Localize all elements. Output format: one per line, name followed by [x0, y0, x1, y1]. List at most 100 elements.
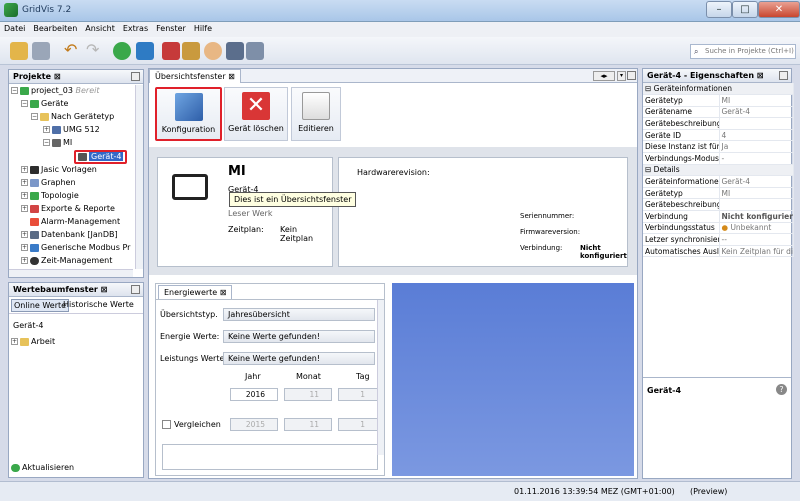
- property-row[interactable]: Geräte ID 4: [643, 129, 794, 142]
- redo-icon[interactable]: ↷: [86, 42, 104, 60]
- menu-ansicht[interactable]: Ansicht: [81, 22, 119, 33]
- tree-item-geraet4[interactable]: Gerät-4: [74, 150, 128, 164]
- menu-bearbeiten[interactable]: Bearbeiten: [29, 22, 81, 33]
- property-row[interactable]: Geräteinformationen Gerät-4: [643, 175, 794, 188]
- sync-icon[interactable]: [113, 42, 131, 60]
- tree-item-topologie[interactable]: + Topologie: [21, 191, 79, 200]
- search-input[interactable]: ⌕ Suche in Projekte (Ctrl+I): [690, 44, 796, 59]
- compare-jahr-spinner[interactable]: 2015: [230, 418, 278, 431]
- werte-device-label: Gerät-4: [13, 321, 44, 330]
- tab-list-button[interactable]: ▾: [617, 71, 626, 81]
- compare-tag-spinner[interactable]: 1: [338, 418, 378, 431]
- tree-item-graphen[interactable]: + Graphen: [21, 178, 76, 187]
- property-row[interactable]: Verbindung Nicht konfiguriert: [643, 210, 794, 223]
- tab-energiewerte[interactable]: Energiewerte ⊠: [158, 285, 233, 299]
- minimize-button[interactable]: –: [706, 1, 732, 18]
- properties-table: ⊟ Geräteinformationen Gerätetyp MI Geräte…: [643, 83, 794, 258]
- energie-werte-label: Energie Werte:: [160, 332, 220, 341]
- tab-historische-werte[interactable]: Historische Werte: [63, 300, 134, 309]
- undo-icon[interactable]: ↶: [64, 42, 82, 60]
- device-info-area: MI Gerät-4 Leser Werk Zeitplan: Kein Zei…: [149, 147, 637, 275]
- overview-type-label: Übersichtstyp.: [160, 310, 218, 319]
- property-row[interactable]: Gerätebeschreibung: [643, 117, 794, 130]
- maximize-button[interactable]: □: [732, 1, 758, 18]
- tag-spinner[interactable]: 1: [338, 388, 378, 401]
- vertical-scrollbar[interactable]: [135, 85, 143, 269]
- calculator-icon[interactable]: [226, 42, 244, 60]
- property-row[interactable]: Verbindungs-Modus -: [643, 152, 794, 165]
- property-row[interactable]: Automatisches AusleKein Zeitplan für die…: [643, 245, 794, 258]
- edit-icon: [302, 92, 330, 120]
- werte-node-arbeit[interactable]: + Arbeit: [11, 337, 55, 346]
- connection-label: Verbindung:: [520, 244, 563, 252]
- section-row[interactable]: ⊟ Geräteinformationen: [643, 83, 794, 96]
- menu-datei[interactable]: Datei: [0, 22, 29, 33]
- tree-item-exporte[interactable]: + Exporte & Reporte: [21, 204, 115, 213]
- leistungs-werte-select[interactable]: Keine Werte gefunden!: [223, 352, 375, 365]
- alarm-icon: [30, 217, 39, 226]
- close-button[interactable]: ✕: [758, 1, 800, 18]
- monat-spinner[interactable]: 11: [284, 388, 332, 401]
- monitor-icon: [52, 125, 61, 134]
- overview-type-select[interactable]: Jahresübersicht: [223, 308, 375, 321]
- property-row[interactable]: Verbindungsstatus ● Unbekannt: [643, 222, 794, 235]
- tree-item-umg512[interactable]: + UMG 512: [43, 125, 100, 134]
- tab-scroll-arrows[interactable]: ◂▸: [593, 71, 615, 81]
- minimize-panel-button[interactable]: [779, 71, 788, 80]
- konfiguration-button[interactable]: Konfiguration: [155, 87, 222, 141]
- status-mode: (Preview): [690, 487, 728, 496]
- overview-tabbar: Übersichtsfenster ⊠ ◂▸ ▾: [149, 69, 637, 83]
- tree-item-nach-geraetetyp[interactable]: − Nach Gerätetyp: [31, 112, 114, 121]
- horizontal-scrollbar[interactable]: [9, 269, 133, 277]
- serial-label: Seriennummer:: [520, 212, 575, 220]
- leser-werk-label: Leser Werk: [228, 209, 273, 218]
- tree-item-mi[interactable]: − MI: [43, 138, 72, 147]
- open-project-icon[interactable]: [10, 42, 28, 60]
- energy-output-field[interactable]: [162, 444, 378, 470]
- menu-hilfe[interactable]: Hilfe: [190, 22, 216, 33]
- refresh-button[interactable]: Aktualisieren: [11, 463, 74, 472]
- tree-item-jasic[interactable]: + Jasic Vorlagen: [21, 165, 97, 174]
- property-row[interactable]: Gerätename Gerät-4: [643, 106, 794, 119]
- editieren-button[interactable]: Editieren: [291, 87, 341, 141]
- minimize-panel-button[interactable]: [131, 285, 140, 294]
- compare-checkbox[interactable]: [162, 420, 171, 429]
- refresh-icon: [11, 463, 20, 472]
- save-icon[interactable]: [32, 42, 50, 60]
- geraet-loeschen-button[interactable]: ✕ Gerät löschen: [224, 87, 288, 141]
- property-row[interactable]: Gerätebeschreibung: [643, 198, 794, 212]
- energy-scrollbar[interactable]: [377, 300, 384, 455]
- tab-uebersichtsfenster[interactable]: Übersichtsfenster ⊠: [149, 69, 241, 83]
- property-row[interactable]: Diese Instanz ist für Ja: [643, 140, 794, 154]
- section-row[interactable]: ⊟ Details: [643, 164, 794, 177]
- minimize-panel-button[interactable]: [627, 71, 636, 80]
- property-row[interactable]: Gerätetyp MI: [643, 187, 794, 200]
- tab-online-werte[interactable]: Online Werte: [11, 299, 70, 312]
- help-icon[interactable]: ?: [776, 384, 787, 395]
- globe-icon[interactable]: [136, 42, 154, 60]
- graph-icon: [30, 178, 39, 187]
- minimize-panel-button[interactable]: [131, 72, 140, 81]
- overview-action-bar: Konfiguration ✕ Gerät löschen Editieren: [154, 87, 634, 145]
- tree-item-zeit[interactable]: + Zeit-Management: [21, 256, 112, 265]
- user-icon[interactable]: [204, 42, 222, 60]
- menu-extras[interactable]: Extras: [119, 22, 152, 33]
- property-row[interactable]: Gerätetyp MI: [643, 94, 794, 107]
- title-bar: GridVis 7.2 – □ ✕: [0, 0, 800, 22]
- tree-item-modbus[interactable]: + Generische Modbus Pr: [21, 243, 130, 252]
- tree-item-datenbank[interactable]: + Datenbank [JanDB]: [21, 230, 118, 239]
- window-title: GridVis 7.2: [22, 5, 72, 15]
- tools-icon[interactable]: [182, 42, 200, 60]
- property-row[interactable]: Letzer synchronisier --: [643, 233, 794, 246]
- list-icon[interactable]: [246, 42, 264, 60]
- tree-item-alarm[interactable]: Alarm-Management: [30, 217, 120, 226]
- compare-monat-spinner[interactable]: 11: [284, 418, 332, 431]
- tree-item-project[interactable]: − project_03 Bereit: [11, 86, 99, 95]
- energie-werte-select[interactable]: Keine Werte gefunden!: [223, 330, 375, 343]
- jahr-spinner[interactable]: 2016: [230, 388, 278, 401]
- device-type: MI: [228, 164, 246, 179]
- tree-item-geraete[interactable]: − Geräte: [21, 99, 68, 108]
- device-add-icon[interactable]: [162, 42, 180, 60]
- overview-panel: Übersichtsfenster ⊠ ◂▸ ▾ Konfiguration ✕…: [148, 68, 638, 479]
- menu-fenster[interactable]: Fenster: [152, 22, 190, 33]
